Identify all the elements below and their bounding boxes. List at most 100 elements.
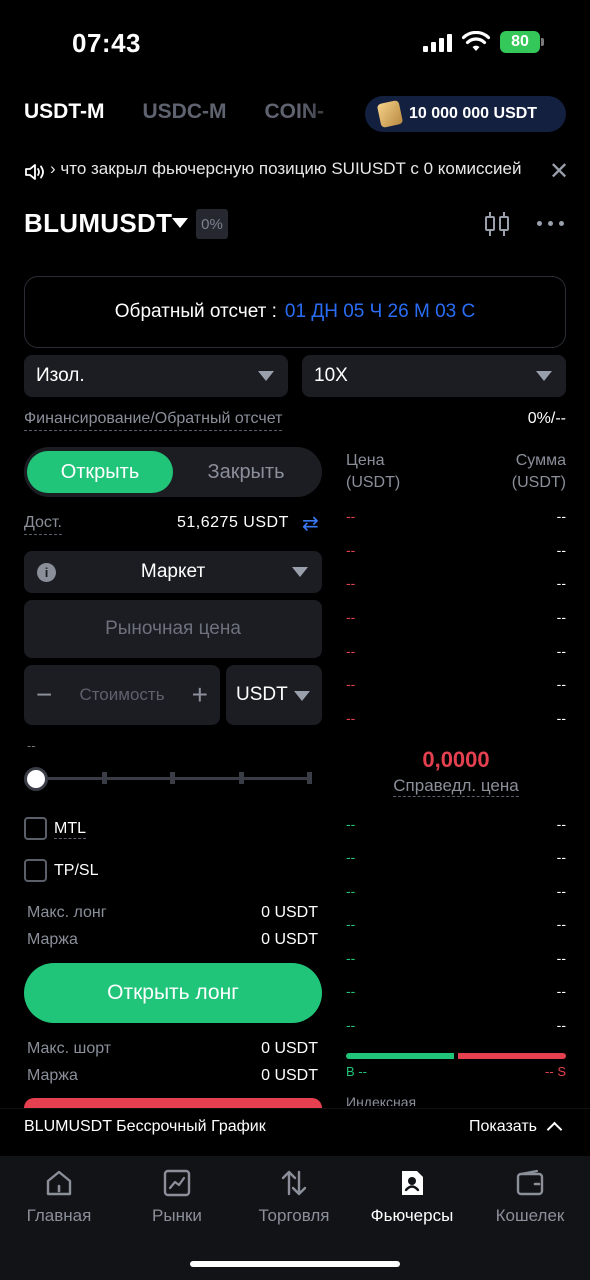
nav-wallet[interactable]: Кошелек bbox=[471, 1168, 589, 1226]
minus-button[interactable]: − bbox=[36, 681, 52, 709]
status-time: 07:43 bbox=[72, 28, 141, 58]
bonus-coin-icon bbox=[376, 99, 404, 129]
ask-price: -- bbox=[346, 609, 356, 625]
show-chart-label: Показать bbox=[468, 1118, 537, 1135]
open-short-button[interactable] bbox=[24, 1098, 322, 1108]
bid-amount: -- bbox=[556, 816, 566, 832]
ask-amount: -- bbox=[556, 643, 566, 659]
bid-row[interactable]: -- -- bbox=[346, 983, 566, 1003]
ask-price: -- bbox=[346, 542, 356, 558]
leverage-select[interactable]: 10X bbox=[302, 355, 566, 397]
symbol-caret-icon[interactable] bbox=[172, 218, 188, 228]
value-input[interactable]: Стоимость bbox=[79, 685, 164, 705]
slider-tick[interactable] bbox=[307, 772, 312, 784]
show-chart-button[interactable]: Показать bbox=[468, 1118, 563, 1138]
ask-amount: -- bbox=[556, 575, 566, 591]
symbol-name[interactable]: BLUMUSDT bbox=[24, 208, 172, 239]
markets-icon bbox=[163, 1169, 191, 1197]
tpsl-checkbox[interactable] bbox=[24, 859, 47, 882]
slider-tick[interactable] bbox=[239, 772, 244, 784]
contract-tabs: USDT-M USDC-M COIN- bbox=[24, 100, 324, 124]
tab-usdc-m[interactable]: USDC-M bbox=[143, 100, 227, 124]
nav-home[interactable]: Главная bbox=[0, 1168, 118, 1226]
home-icon bbox=[46, 1170, 72, 1196]
long-margin-value: 0 USDT bbox=[261, 931, 318, 948]
bonus-amount: 10 000 000 USDT bbox=[409, 105, 538, 122]
margin-mode-value: Изол. bbox=[36, 365, 85, 386]
transfer-icon[interactable]: ⇄ bbox=[302, 514, 319, 534]
nav-markets-label: Рынки bbox=[152, 1206, 202, 1225]
plus-button[interactable]: + bbox=[192, 681, 208, 709]
bid-price: -- bbox=[346, 849, 356, 865]
wallet-icon bbox=[516, 1169, 544, 1196]
short-margin-label: Маржа bbox=[27, 1067, 78, 1084]
nav-futures-label: Фьючерсы bbox=[370, 1206, 454, 1225]
slider-tick[interactable] bbox=[170, 772, 175, 784]
bid-row[interactable]: -- -- bbox=[346, 950, 566, 970]
bid-row[interactable]: -- -- bbox=[346, 883, 566, 903]
tab-open[interactable]: Открыть bbox=[27, 451, 173, 493]
currency-select[interactable]: USDT bbox=[226, 665, 322, 725]
ask-row[interactable]: -- -- bbox=[346, 643, 566, 663]
fair-price-label[interactable]: Справедл. цена bbox=[393, 776, 519, 797]
mtl-checkbox[interactable] bbox=[24, 817, 47, 840]
ask-row[interactable]: -- -- bbox=[346, 508, 566, 528]
home-indicator[interactable] bbox=[190, 1261, 400, 1267]
bid-amount: -- bbox=[556, 1017, 566, 1033]
funding-label[interactable]: Финансирование/Обратный отсчет bbox=[24, 410, 283, 431]
bid-row[interactable]: -- -- bbox=[346, 849, 566, 869]
ask-row[interactable]: -- -- bbox=[346, 676, 566, 696]
market-price-field[interactable]: Рыночная цена bbox=[24, 600, 322, 658]
value-stepper[interactable]: − Стоимость + bbox=[24, 665, 220, 725]
bonus-pill[interactable]: 10 000 000 USDT bbox=[365, 96, 566, 132]
nav-futures[interactable]: Фьючерсы bbox=[353, 1168, 471, 1226]
slider-tick[interactable] bbox=[102, 772, 107, 784]
chevron-down-icon bbox=[258, 371, 274, 381]
bid-price: -- bbox=[346, 950, 356, 966]
bid-row[interactable]: -- -- bbox=[346, 1017, 566, 1037]
candlestick-icon[interactable] bbox=[482, 210, 512, 238]
more-icon[interactable] bbox=[537, 221, 564, 226]
open-long-button[interactable]: Открыть лонг bbox=[24, 963, 322, 1023]
nav-markets[interactable]: Рынки bbox=[118, 1168, 236, 1226]
buy-ratio-bar bbox=[346, 1053, 454, 1059]
trade-icon bbox=[281, 1170, 307, 1196]
orderbook-price-header: Цена (USDT) bbox=[346, 450, 400, 494]
slider-handle[interactable] bbox=[24, 767, 48, 791]
bid-row[interactable]: -- -- bbox=[346, 916, 566, 936]
info-icon[interactable]: i bbox=[37, 563, 56, 582]
tab-close[interactable]: Закрыть bbox=[173, 451, 319, 493]
sell-ratio-bar bbox=[458, 1053, 566, 1059]
announcement-text[interactable]: › что закрыл фьючерсную позицию SUIUSDT … bbox=[50, 159, 540, 185]
nav-trade[interactable]: Торговля bbox=[235, 1168, 353, 1226]
countdown-value: 01 ДН 05 Ч 26 М 03 С bbox=[284, 301, 476, 322]
order-type-select[interactable]: i Маркет bbox=[24, 551, 322, 593]
margin-mode-select[interactable]: Изол. bbox=[24, 355, 288, 397]
long-margin-label: Маржа bbox=[27, 931, 78, 948]
bid-row[interactable]: -- -- bbox=[346, 816, 566, 836]
sell-ratio-label: -- S bbox=[545, 1064, 566, 1079]
chart-title: BLUMUSDT Бессрочный График bbox=[24, 1118, 266, 1135]
tab-usdt-m[interactable]: USDT-M bbox=[24, 100, 105, 124]
ask-amount: -- bbox=[556, 710, 566, 726]
chevron-up-icon bbox=[546, 1121, 563, 1138]
tpsl-label: TP/SL bbox=[54, 862, 99, 879]
available-value: 51,6275 USDT bbox=[177, 514, 289, 531]
price-header: Цена bbox=[346, 452, 385, 469]
ask-price: -- bbox=[346, 676, 356, 692]
close-announcement-icon[interactable]: ✕ bbox=[549, 160, 569, 184]
fair-price-value[interactable]: 0,0000 bbox=[346, 747, 566, 773]
ask-row[interactable]: -- -- bbox=[346, 609, 566, 629]
available-label[interactable]: Дост. bbox=[24, 514, 62, 535]
ask-row[interactable]: -- -- bbox=[346, 542, 566, 562]
ask-row[interactable]: -- -- bbox=[346, 710, 566, 730]
orderbook-amount-header: Сумма (USDT) bbox=[512, 450, 566, 494]
amount-header: Сумма bbox=[515, 452, 566, 469]
ask-row[interactable]: -- -- bbox=[346, 575, 566, 595]
cellular-signal-icon bbox=[423, 34, 452, 52]
max-long-label: Макс. лонг bbox=[27, 904, 107, 921]
futures-icon bbox=[402, 1171, 423, 1195]
funding-value: 0%/-- bbox=[527, 410, 566, 427]
price-unit: (USDT) bbox=[346, 474, 401, 491]
fair-price-label-wrap: Справедл. цена bbox=[346, 776, 566, 797]
